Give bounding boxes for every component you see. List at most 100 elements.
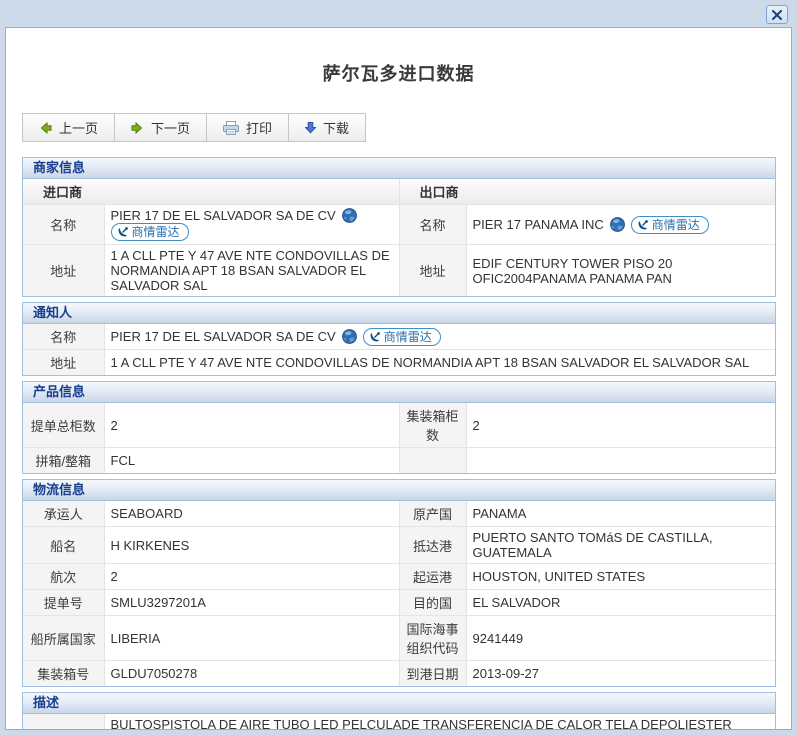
- departure-port-label: 起运港: [399, 564, 466, 590]
- table-row: 船名 H KIRKENES 抵达港 PUERTO SANTO TOMáS DE …: [23, 527, 775, 564]
- prev-page-button[interactable]: 上一页: [23, 114, 115, 141]
- business-radar-badge[interactable]: 商情雷达: [111, 223, 189, 241]
- importer-header: 进口商: [23, 179, 399, 205]
- globe-icon[interactable]: [610, 217, 625, 232]
- vessel-name-value: H KIRKENES: [104, 527, 399, 564]
- exporter-name-cell: PIER 17 PANAMA INC 商情雷达: [466, 205, 775, 245]
- exporter-header: 出口商: [399, 179, 775, 205]
- voyage-label: 航次: [23, 564, 104, 590]
- merchant-table: 进口商 出口商 名称 PIER 17 DE EL SALVADOR SA DE …: [23, 179, 775, 296]
- origin-country-value: PANAMA: [466, 501, 775, 527]
- section-merchant-title: 商家信息: [23, 158, 775, 179]
- table-row: 产品描述 BULTOSPISTOLA DE AIRE TUBO LED PELC…: [23, 714, 775, 730]
- business-radar-label: 商情雷达: [384, 330, 432, 344]
- download-label: 下载: [323, 118, 349, 137]
- next-page-button[interactable]: 下一页: [115, 114, 207, 141]
- departure-port-value: HOUSTON, UNITED STATES: [466, 564, 775, 590]
- importer-address-label: 地址: [23, 245, 104, 297]
- satellite-dish-icon: [637, 219, 649, 231]
- exporter-address-label: 地址: [399, 245, 466, 297]
- lcl-fcl-value: FCL: [104, 448, 399, 474]
- logistics-table: 承运人 SEABOARD 原产国 PANAMA 船名 H KIRKENES 抵达…: [23, 501, 775, 686]
- arrival-port-label: 抵达港: [399, 527, 466, 564]
- table-row: 承运人 SEABOARD 原产国 PANAMA: [23, 501, 775, 527]
- destination-country-value: EL SALVADOR: [466, 590, 775, 616]
- notify-address-label: 地址: [23, 350, 104, 376]
- table-row: 船所属国家 LIBERIA 国际海事组织代码 9241449: [23, 616, 775, 661]
- flag-country-label: 船所属国家: [23, 616, 104, 661]
- container-count-value: 2: [466, 403, 775, 448]
- arrival-port-value: PUERTO SANTO TOMáS DE CASTILLA, GUATEMAL…: [466, 527, 775, 564]
- business-radar-badge[interactable]: 商情雷达: [363, 328, 441, 346]
- dialog-frame: 萨尔瓦多进口数据 上一页 下一页 打印 下载 商家信息: [0, 0, 797, 735]
- exporter-name-label: 名称: [399, 205, 466, 245]
- notify-name-value: PIER 17 DE EL SALVADOR SA DE CV: [111, 329, 336, 344]
- notify-table: 名称 PIER 17 DE EL SALVADOR SA DE CV 商情雷达: [23, 324, 775, 375]
- section-description: 描述 产品描述 BULTOSPISTOLA DE AIRE TUBO LED P…: [22, 692, 776, 730]
- table-row: 名称 PIER 17 DE EL SALVADOR SA DE CV 商情雷达: [23, 205, 775, 245]
- printer-icon: [223, 121, 239, 135]
- empty-label-cell: [399, 448, 466, 474]
- exporter-address-value: EDIF CENTURY TOWER PISO 20 OFIC2004PANAM…: [466, 245, 775, 297]
- green-arrow-right-icon: [131, 122, 144, 134]
- container-number-label: 集装箱号: [23, 661, 104, 687]
- description-table: 产品描述 BULTOSPISTOLA DE AIRE TUBO LED PELC…: [23, 714, 775, 730]
- empty-value-cell: [466, 448, 775, 474]
- bl-number-label: 提单号: [23, 590, 104, 616]
- origin-country-label: 原产国: [399, 501, 466, 527]
- satellite-dish-icon: [117, 226, 129, 238]
- bl-number-value: SMLU3297201A: [104, 590, 399, 616]
- table-row: 地址 1 A CLL PTE Y 47 AVE NTE CONDOVILLAS …: [23, 350, 775, 376]
- download-button[interactable]: 下载: [289, 114, 365, 141]
- notify-name-label: 名称: [23, 324, 104, 350]
- green-arrow-left-icon: [39, 122, 52, 134]
- close-icon: [772, 10, 782, 20]
- table-row: 提单总柜数 2 集装箱柜数 2: [23, 403, 775, 448]
- product-description-value: BULTOSPISTOLA DE AIRE TUBO LED PELCULADE…: [104, 714, 775, 730]
- globe-icon[interactable]: [342, 208, 357, 223]
- lcl-fcl-label: 拼箱/整箱: [23, 448, 104, 474]
- table-row: 地址 1 A CLL PTE Y 47 AVE NTE CONDOVILLAS …: [23, 245, 775, 297]
- exporter-name-value: PIER 17 PANAMA INC: [473, 217, 604, 232]
- product-table: 提单总柜数 2 集装箱柜数 2 拼箱/整箱 FCL: [23, 403, 775, 473]
- print-button[interactable]: 打印: [207, 114, 289, 141]
- imo-code-value: 9241449: [466, 616, 775, 661]
- importer-name-label: 名称: [23, 205, 104, 245]
- page-title: 萨尔瓦多进口数据: [6, 60, 791, 86]
- section-product-title: 产品信息: [23, 382, 775, 403]
- bl-total-containers-value: 2: [104, 403, 399, 448]
- importer-address-value: 1 A CLL PTE Y 47 AVE NTE CONDOVILLAS DE …: [104, 245, 399, 297]
- container-number-value: GLDU7050278: [104, 661, 399, 687]
- vessel-name-label: 船名: [23, 527, 104, 564]
- blue-arrow-down-icon: [305, 122, 316, 134]
- dialog-titlebar: [0, 0, 797, 27]
- section-logistics-info: 物流信息 承运人 SEABOARD 原产国 PANAMA 船名 H KIRKEN…: [22, 479, 776, 687]
- table-row: 航次 2 起运港 HOUSTON, UNITED STATES: [23, 564, 775, 590]
- prev-page-label: 上一页: [59, 118, 98, 137]
- product-description-label: 产品描述: [23, 714, 104, 730]
- notify-address-value: 1 A CLL PTE Y 47 AVE NTE CONDOVILLAS DE …: [104, 350, 775, 376]
- importer-name-cell: PIER 17 DE EL SALVADOR SA DE CV 商情雷达: [104, 205, 399, 245]
- table-row: 拼箱/整箱 FCL: [23, 448, 775, 474]
- arrival-date-value: 2013-09-27: [466, 661, 775, 687]
- business-radar-badge[interactable]: 商情雷达: [631, 216, 709, 234]
- section-notify-party: 通知人 名称 PIER 17 DE EL SALVADOR SA DE CV 商…: [22, 302, 776, 376]
- satellite-dish-icon: [369, 331, 381, 343]
- notify-name-cell: PIER 17 DE EL SALVADOR SA DE CV 商情雷达: [104, 324, 775, 350]
- table-row: 集装箱号 GLDU7050278 到港日期 2013-09-27: [23, 661, 775, 687]
- section-notify-title: 通知人: [23, 303, 775, 324]
- flag-country-value: LIBERIA: [104, 616, 399, 661]
- table-row: 名称 PIER 17 DE EL SALVADOR SA DE CV 商情雷达: [23, 324, 775, 350]
- table-row: 提单号 SMLU3297201A 目的国 EL SALVADOR: [23, 590, 775, 616]
- business-radar-label: 商情雷达: [652, 218, 700, 232]
- container-count-label: 集装箱柜数: [399, 403, 466, 448]
- carrier-value: SEABOARD: [104, 501, 399, 527]
- dialog-content: 萨尔瓦多进口数据 上一页 下一页 打印 下载 商家信息: [5, 27, 792, 730]
- carrier-label: 承运人: [23, 501, 104, 527]
- importer-name-value: PIER 17 DE EL SALVADOR SA DE CV: [111, 208, 336, 223]
- section-description-title: 描述: [23, 693, 775, 714]
- section-merchant-info: 商家信息 进口商 出口商 名称 PIER 17 DE EL SALVADOR S…: [22, 157, 776, 297]
- close-button[interactable]: [766, 5, 788, 24]
- globe-icon[interactable]: [342, 329, 357, 344]
- table-row: 进口商 出口商: [23, 179, 775, 205]
